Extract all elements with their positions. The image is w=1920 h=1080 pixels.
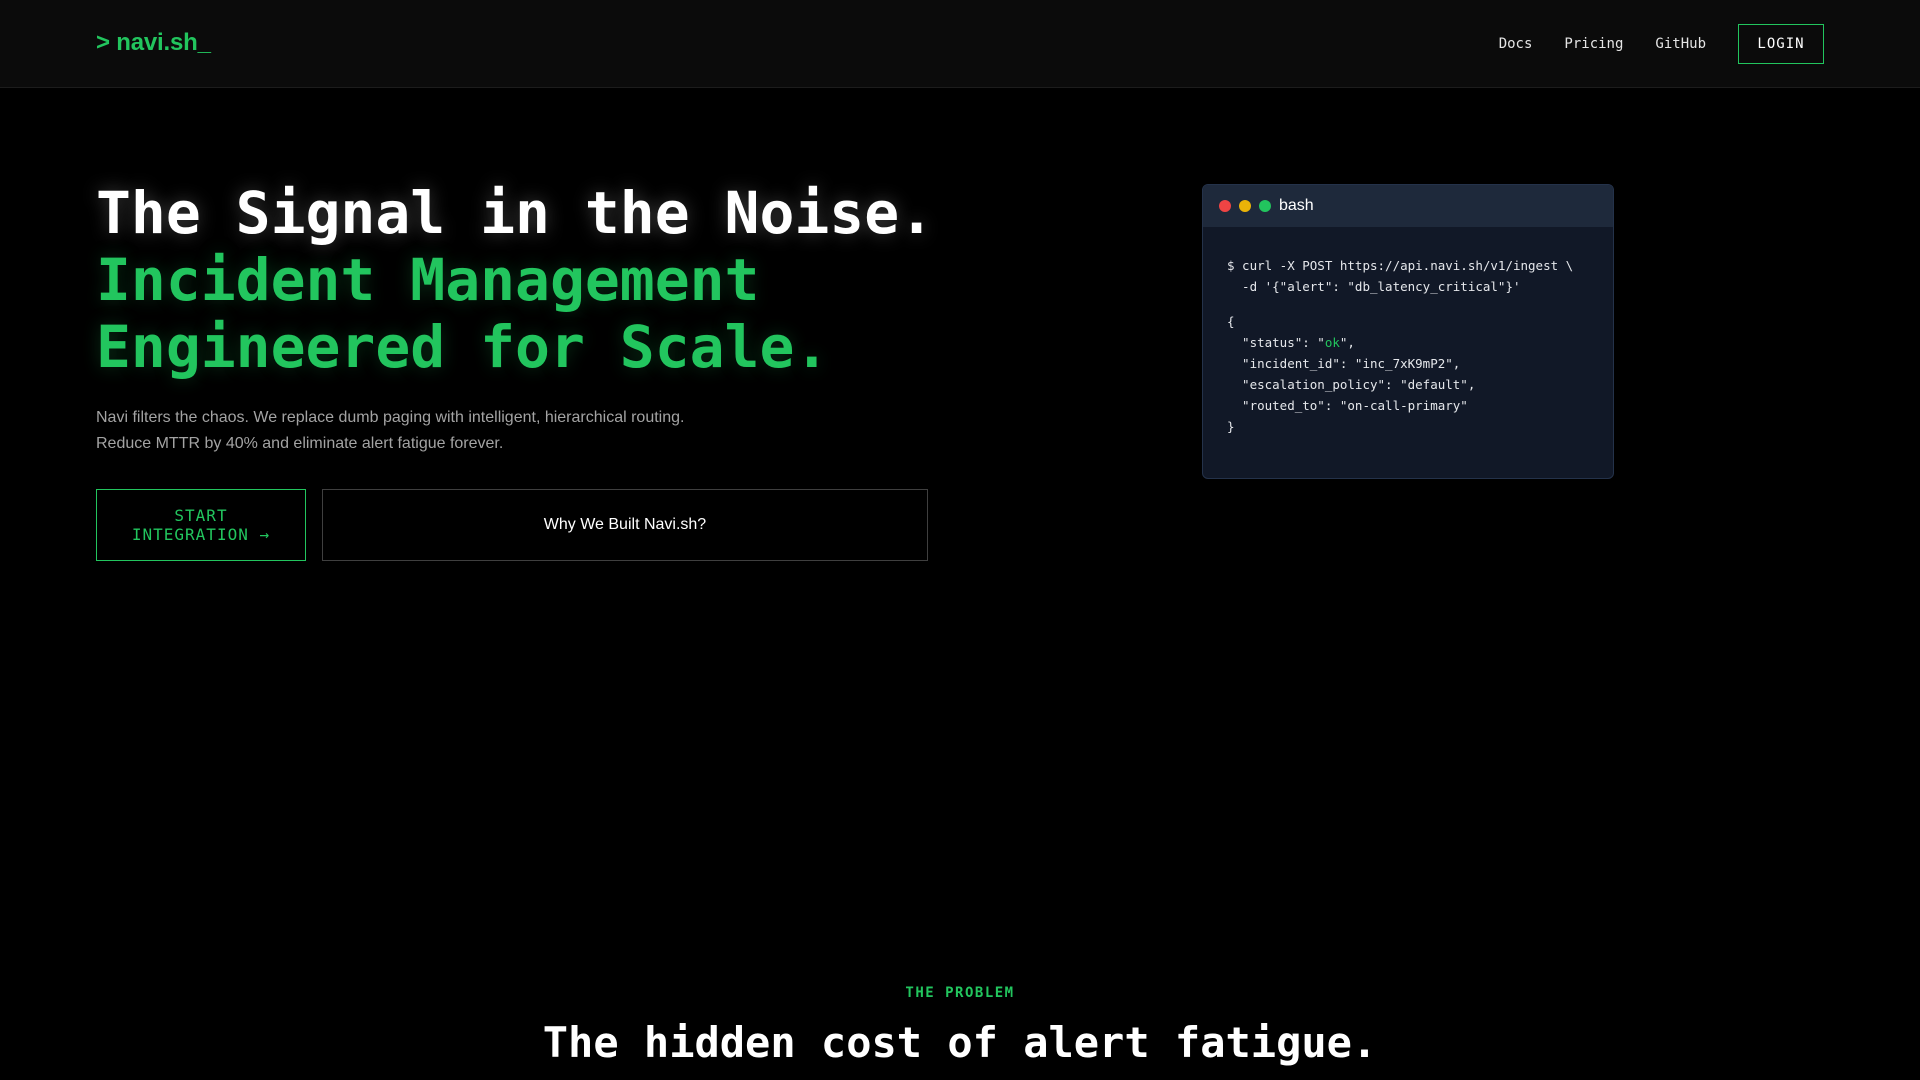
- logo[interactable]: > navi.sh_: [96, 29, 211, 57]
- terminal-routed-line: "routed_to": "on-call-primary": [1227, 398, 1468, 413]
- terminal-status-line: "status": "ok",: [1227, 332, 1589, 353]
- nav-link-pricing[interactable]: Pricing: [1564, 36, 1623, 52]
- terminal-command-line-2: -d '{"alert": "db_latency_critical"}': [1227, 279, 1521, 294]
- top-nav: Docs Pricing GitHub LOGIN: [1499, 24, 1824, 64]
- why-we-built-button[interactable]: Why We Built Navi.sh?: [322, 489, 928, 561]
- login-button[interactable]: LOGIN: [1738, 24, 1824, 64]
- start-integration-button[interactable]: START INTEGRATION →: [96, 489, 306, 561]
- terminal-response-open: {: [1227, 314, 1235, 329]
- hero-title-line-1: The Signal in the Noise.: [96, 179, 935, 247]
- terminal-window: bash $ curl -X POST https://api.navi.sh/…: [1202, 184, 1614, 479]
- terminal-escalation-line: "escalation_policy": "default",: [1227, 377, 1476, 392]
- terminal-body: $ curl -X POST https://api.navi.sh/v1/in…: [1203, 227, 1613, 437]
- hero-title-line-2: Incident Management: [96, 246, 760, 314]
- hero-subtitle-line-2: Reduce MTTR by 40% and eliminate alert f…: [96, 435, 504, 452]
- nav-link-github[interactable]: GitHub: [1655, 36, 1706, 52]
- status-key: "status": ": [1227, 335, 1325, 350]
- terminal-incident-line: "incident_id": "inc_7xK9mP2",: [1227, 356, 1461, 371]
- window-close-dot-icon: [1219, 200, 1231, 212]
- window-minimize-dot-icon: [1239, 200, 1251, 212]
- status-suffix: ",: [1339, 335, 1355, 350]
- hero-subtitle-line-1: Navi filters the chaos. We replace dumb …: [96, 409, 685, 426]
- section-title: The hidden cost of alert fatigue.: [542, 1018, 1378, 1067]
- status-value: ok: [1324, 335, 1340, 350]
- terminal-response-close: }: [1227, 419, 1235, 434]
- site-header: > navi.sh_ Docs Pricing GitHub LOGIN: [0, 0, 1920, 88]
- section-label: THE PROBLEM: [905, 985, 1015, 1001]
- hero-title: The Signal in the Noise. Incident Manage…: [96, 180, 934, 381]
- hero-subtitle: Navi filters the chaos. We replace dumb …: [96, 405, 736, 457]
- hero-title-line-3: Engineered for Scale.: [96, 313, 830, 381]
- terminal-title-bar: bash: [1203, 185, 1613, 227]
- nav-link-docs[interactable]: Docs: [1499, 36, 1533, 52]
- window-maximize-dot-icon: [1259, 200, 1271, 212]
- terminal-command-line-1: $ curl -X POST https://api.navi.sh/v1/in…: [1227, 258, 1574, 273]
- terminal-title: bash: [1279, 197, 1314, 214]
